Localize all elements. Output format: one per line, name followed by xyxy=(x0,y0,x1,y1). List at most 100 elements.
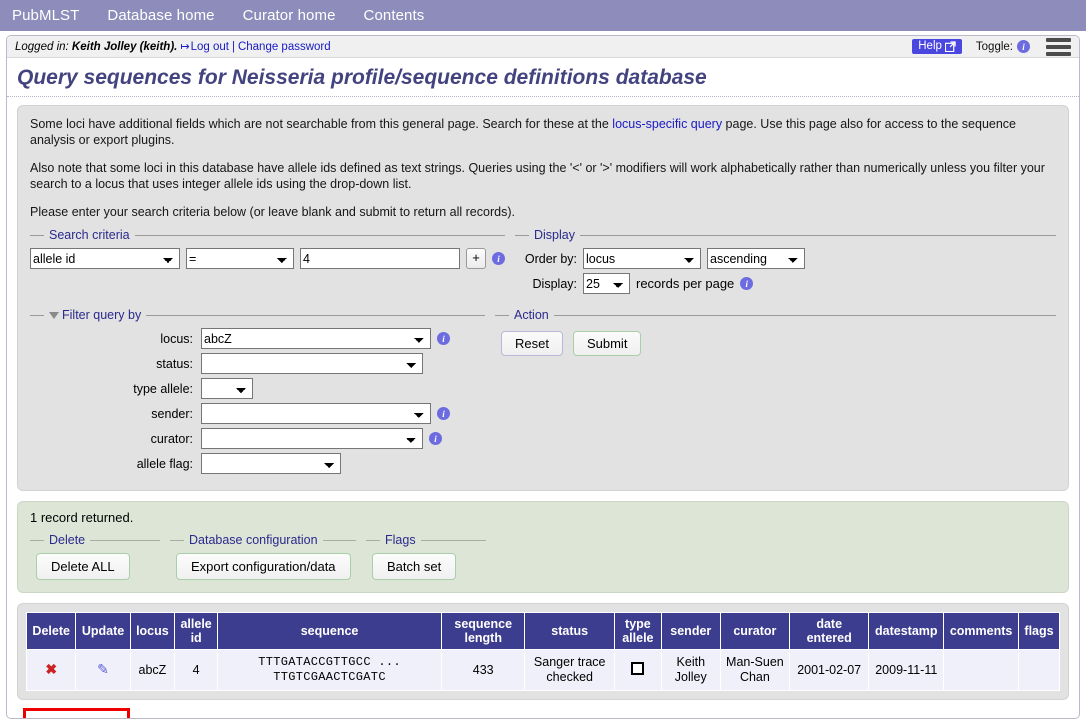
toggle-label: Toggle: xyxy=(975,40,1013,53)
info-icon[interactable]: i xyxy=(437,332,450,345)
column-header-comments[interactable]: comments xyxy=(943,612,1020,650)
help-label: Help xyxy=(918,40,942,52)
info-icon[interactable]: i xyxy=(1017,40,1030,53)
delete-group-legend: Delete xyxy=(49,533,86,547)
cell-sequence: TTTGATACCGTTGCC ... TTGTCGAACTCGATC xyxy=(217,649,442,691)
cell-update[interactable]: ✎ xyxy=(75,649,131,691)
nav-item-curator-home[interactable]: Curator home xyxy=(243,7,336,24)
page-frame: Logged in: Keith Jolley (keith). ↦ Log o… xyxy=(6,35,1080,719)
column-header-sender[interactable]: sender xyxy=(660,612,721,650)
cell-flags xyxy=(1018,649,1060,691)
column-header-date-entered[interactable]: date entered xyxy=(788,612,870,650)
order-by-label: Order by: xyxy=(524,251,577,266)
reset-button[interactable]: Reset xyxy=(501,331,563,356)
logged-in-label: Logged in: xyxy=(15,40,69,53)
results-table-head: Delete Update locus allele id sequence s… xyxy=(25,612,1060,650)
results-table: Delete Update locus allele id sequence s… xyxy=(25,612,1060,691)
cell-comments xyxy=(943,649,1020,691)
cell-type-allele xyxy=(613,649,662,691)
filter-row-locus: locus: abcZ i xyxy=(30,328,485,349)
intro-p1-before: Some loci have additional fields which a… xyxy=(30,117,613,131)
edit-pencil-icon[interactable]: ✎ xyxy=(97,661,109,677)
delete-record-icon[interactable]: ✖ xyxy=(45,661,57,677)
nav-item-database-home[interactable]: Database home xyxy=(107,7,214,24)
search-term-input[interactable] xyxy=(300,248,460,269)
column-header-type-allele[interactable]: type allele xyxy=(613,612,662,650)
submit-button[interactable]: Submit xyxy=(572,331,642,356)
intro-paragraph-3: Please enter your search criteria below … xyxy=(30,205,515,219)
batch-set-button[interactable]: Batch set xyxy=(372,553,457,580)
help-button[interactable]: Help xyxy=(912,39,962,54)
nav-item-contents[interactable]: Contents xyxy=(364,7,425,24)
column-header-locus[interactable]: locus xyxy=(129,612,176,650)
column-header-status[interactable]: status xyxy=(524,612,615,650)
search-criteria-fieldset: Search criteria allele id = + i xyxy=(30,228,505,298)
filter-select-locus[interactable]: abcZ xyxy=(201,328,431,349)
filter-label-type-allele: type allele: xyxy=(133,381,193,396)
change-password-link[interactable]: Change password xyxy=(238,41,331,53)
info-icon[interactable]: i xyxy=(740,277,754,290)
export-configuration-data-button[interactable]: Export configuration/data xyxy=(176,553,351,580)
collapse-triangle-icon[interactable] xyxy=(49,312,59,320)
filter-select-sender[interactable] xyxy=(201,403,431,424)
search-operator-select[interactable]: = xyxy=(186,248,294,269)
column-header-delete[interactable]: Delete xyxy=(25,612,77,650)
column-header-update[interactable]: Update xyxy=(75,612,131,650)
filter-label-status: status: xyxy=(156,356,193,371)
filter-label-curator: curator: xyxy=(150,431,193,446)
table-header-row: Delete Update locus allele id sequence s… xyxy=(25,612,1060,650)
hamburger-bar xyxy=(1046,37,1071,42)
order-by-select[interactable]: locus xyxy=(583,248,701,269)
delete-group-fieldset: Delete Delete ALL xyxy=(30,533,160,580)
highlight-rectangle xyxy=(23,708,130,718)
cell-status: Sanger trace checked xyxy=(524,649,615,691)
action-legend: Action xyxy=(514,308,549,322)
filter-select-allele-flag[interactable] xyxy=(201,453,341,474)
cell-date-entered: 2001-02-07 xyxy=(788,649,870,691)
delete-all-button[interactable]: Delete ALL xyxy=(36,553,130,580)
column-header-datestamp[interactable]: datestamp xyxy=(868,612,945,650)
results-table-panel: Delete Update locus allele id sequence s… xyxy=(17,603,1069,700)
delete-group-body: Delete ALL xyxy=(30,553,160,580)
filter-query-fieldset: Filter query by locus: abcZ i status: ty… xyxy=(30,308,485,478)
locus-specific-query-link[interactable]: locus-specific query xyxy=(612,117,722,131)
filter-row-type-allele: type allele: xyxy=(30,378,485,399)
order-direction-select[interactable]: ascending xyxy=(707,248,805,269)
info-icon[interactable]: i xyxy=(429,432,442,445)
flags-group-fieldset: Flags Batch set xyxy=(366,533,486,580)
nav-item-pubmlst[interactable]: PubMLST xyxy=(12,7,79,24)
intro-paragraph-2: Also note that some loci in this databas… xyxy=(30,161,1045,191)
filter-row-sender: sender: i xyxy=(30,403,485,424)
results-table-body: ✖ ✎ abcZ 4 TTTGATACCGTTGCC ... TTGTCGAAC… xyxy=(25,649,1060,691)
filter-select-type-allele[interactable] xyxy=(201,378,253,399)
query-form-panel: Some loci have additional fields which a… xyxy=(17,105,1069,491)
column-header-sequence[interactable]: sequence xyxy=(217,612,442,650)
external-link-icon xyxy=(944,40,956,52)
column-header-curator[interactable]: curator xyxy=(719,612,790,650)
info-icon[interactable]: i xyxy=(437,407,450,420)
filter-label-locus: locus: xyxy=(160,331,193,346)
log-out-link[interactable]: Log out xyxy=(191,41,229,53)
column-header-flags[interactable]: flags xyxy=(1018,612,1060,650)
search-field-select[interactable]: allele id xyxy=(30,248,180,269)
page-size-select[interactable]: 25 xyxy=(583,273,630,294)
order-by-row: Order by: locus ascending xyxy=(515,248,1056,269)
column-header-sequence-length[interactable]: sequence length xyxy=(440,612,526,650)
filter-row-status: status: xyxy=(30,353,485,374)
filter-query-legend-text: Filter query by xyxy=(62,308,142,322)
toggle-control[interactable]: Toggle: i xyxy=(976,40,1030,53)
hamburger-menu-icon[interactable] xyxy=(1044,36,1073,58)
add-criteria-button[interactable]: + xyxy=(466,248,486,269)
cell-sender: Keith Jolley xyxy=(660,649,721,691)
cell-sequence-length: 433 xyxy=(440,649,526,691)
filter-select-status[interactable] xyxy=(201,353,423,374)
column-header-allele-id[interactable]: allele id xyxy=(174,612,219,650)
filter-action-row: Filter query by locus: abcZ i status: ty… xyxy=(30,308,1056,478)
filter-select-curator[interactable] xyxy=(201,428,423,449)
cell-datestamp: 2009-11-11 xyxy=(868,649,945,691)
type-allele-checkbox[interactable] xyxy=(631,661,645,675)
action-buttons-row: Reset Submit xyxy=(495,331,1056,356)
cell-delete[interactable]: ✖ xyxy=(25,649,77,691)
info-icon[interactable]: i xyxy=(492,252,505,265)
display-fieldset: Display Order by: locus ascending Displa… xyxy=(515,228,1056,298)
